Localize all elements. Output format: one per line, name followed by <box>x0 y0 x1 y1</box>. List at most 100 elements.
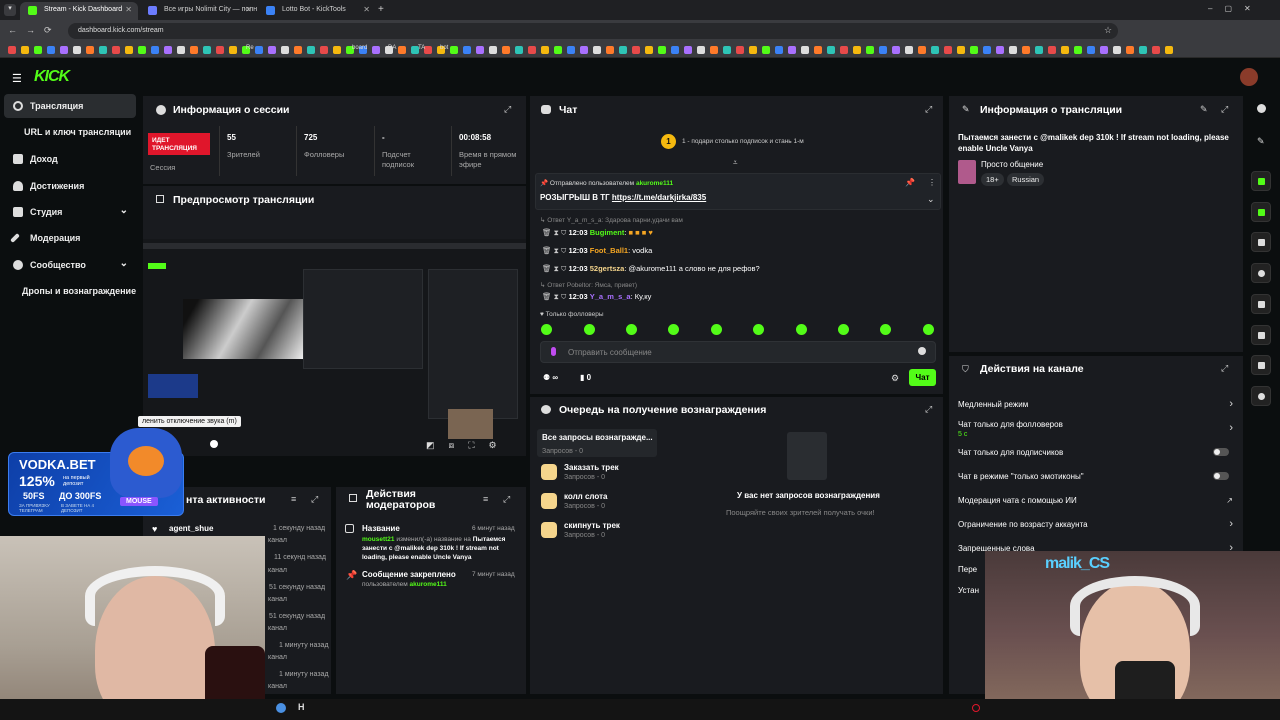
bookmark-icon[interactable] <box>970 46 978 54</box>
bookmark-label[interactable]: bot <box>440 45 448 51</box>
emote-icon[interactable] <box>880 324 891 335</box>
bookmark-icon[interactable] <box>216 46 224 54</box>
mod-tools-icon[interactable]: 🗑 ⧗ ⛉ <box>542 264 566 273</box>
bookmark-icon[interactable] <box>86 46 94 54</box>
bookmark-icon[interactable] <box>372 46 380 54</box>
bookmark-icon[interactable] <box>697 46 705 54</box>
emote-icon[interactable] <box>668 324 679 335</box>
bookmark-label[interactable]: Re <box>246 45 254 51</box>
rail-button-chat[interactable] <box>1251 263 1271 283</box>
bookmark-icon[interactable] <box>541 46 549 54</box>
bookmark-icon[interactable] <box>632 46 640 54</box>
chat-message[interactable]: 🗑 ⧗ ⛉ 12:03 Bugiment: ■ ■ ■ ♥ <box>542 228 653 238</box>
bookmark-icon[interactable] <box>1035 46 1043 54</box>
action-age-limit[interactable]: Ограничение по возрасту аккаунта › <box>958 518 1233 530</box>
rail-button-doc[interactable] <box>1251 232 1271 252</box>
bookmark-icon[interactable] <box>983 46 991 54</box>
bookmark-icon[interactable] <box>606 46 614 54</box>
mod-tools-icon[interactable]: 🗑 ⧗ ⛉ <box>542 246 566 255</box>
expand-icon[interactable]: ⤢ <box>1221 363 1228 374</box>
bookmark-icon[interactable] <box>229 46 237 54</box>
bookmark-label[interactable]: TA <box>418 45 425 51</box>
emote-only-toggle[interactable] <box>1213 472 1229 480</box>
volume-slider-knob[interactable] <box>210 440 218 448</box>
tab-search-button[interactable]: ▾ <box>4 4 16 16</box>
bookmark-icon[interactable] <box>502 46 510 54</box>
bookmark-icon[interactable] <box>801 46 809 54</box>
bookmark-icon[interactable] <box>580 46 588 54</box>
bookmark-icon[interactable] <box>710 46 718 54</box>
category-name[interactable]: Просто общение <box>981 160 1043 169</box>
sidebar-item-url-key[interactable]: URL и ключ трансляции <box>4 120 136 144</box>
emoji-icon[interactable] <box>918 347 926 355</box>
emote-icon[interactable] <box>626 324 637 335</box>
nav-buttons[interactable]: ←→⟳ <box>8 25 61 36</box>
window-controls[interactable]: –▢✕ <box>1208 4 1263 13</box>
bookmark-icon[interactable] <box>463 46 471 54</box>
bookmark-icon[interactable] <box>736 46 744 54</box>
bookmark-icon[interactable] <box>177 46 185 54</box>
mod-user[interactable]: akurome111 <box>410 581 447 588</box>
filter-icon[interactable]: ≡ <box>291 494 296 504</box>
record-icon[interactable] <box>972 704 980 712</box>
gear-icon[interactable]: ⚙ <box>891 373 899 384</box>
bookmark-icon[interactable] <box>996 46 1004 54</box>
close-icon[interactable]: ✕ <box>125 5 132 14</box>
bookmark-icon[interactable] <box>268 46 276 54</box>
bookmark-icon[interactable] <box>489 46 497 54</box>
bookmark-icon[interactable] <box>593 46 601 54</box>
bookmark-icon[interactable] <box>255 46 263 54</box>
emote-icon[interactable] <box>753 324 764 335</box>
expand-icon[interactable]: ⤢ <box>1221 104 1228 115</box>
chat-message[interactable]: 🗑 ⧗ ⛉ 12:03 Y_a_m_s_a: Ку,ку <box>542 292 651 302</box>
close-icon[interactable]: ✕ <box>363 5 370 14</box>
bookmark-icon[interactable] <box>125 46 133 54</box>
bookmark-icon[interactable] <box>788 46 796 54</box>
app-icon[interactable]: H <box>298 702 305 712</box>
activity-user[interactable]: agent_shue <box>169 524 213 533</box>
reward-item[interactable]: колл слота Запросов - 0 <box>541 492 607 510</box>
bookmark-icon[interactable] <box>1061 46 1069 54</box>
reward-item[interactable]: Заказать трек Запросов - 0 <box>541 463 619 481</box>
emote-icon[interactable] <box>711 324 722 335</box>
bookmark-icon[interactable] <box>190 46 198 54</box>
rail-button-layout[interactable] <box>1251 325 1271 345</box>
edit-icon[interactable]: ✎ <box>1200 104 1208 115</box>
expand-icon[interactable]: ⤢ <box>925 104 932 115</box>
bookmark-icon[interactable] <box>515 46 523 54</box>
bookmark-icon[interactable] <box>892 46 900 54</box>
sidebar-item-income[interactable]: Доход <box>4 147 136 171</box>
filter-icon[interactable]: ≡ <box>483 494 488 504</box>
bookmark-icon[interactable] <box>905 46 913 54</box>
bookmark-icon[interactable] <box>1048 46 1056 54</box>
emote-icon[interactable] <box>541 324 552 335</box>
rail-button-lightning[interactable] <box>1251 202 1271 222</box>
sidebar-item-stream[interactable]: Трансляция <box>4 94 136 118</box>
bookmark-icon[interactable] <box>749 46 757 54</box>
more-icon[interactable]: ⋮ <box>928 178 936 187</box>
bookmark-icon[interactable] <box>1022 46 1030 54</box>
rail-button-mods[interactable] <box>1251 386 1271 406</box>
action-slow-mode[interactable]: Медленный режим › <box>958 398 1233 410</box>
info-icon[interactable] <box>1257 104 1266 113</box>
bookmark-icon[interactable] <box>853 46 861 54</box>
bookmark-icon[interactable] <box>944 46 952 54</box>
action-subs-only[interactable]: Чат только для подписчиков <box>958 448 1233 457</box>
bookmark-icon[interactable] <box>814 46 822 54</box>
new-tab-icon[interactable]: + <box>378 4 384 15</box>
bookmark-icon[interactable] <box>1087 46 1095 54</box>
mod-tools-icon[interactable]: 🗑 ⧗ ⛉ <box>542 228 566 237</box>
bookmark-icon[interactable] <box>866 46 874 54</box>
action-emote-only[interactable]: Чат в режиме "только эмотиконы" <box>958 472 1233 481</box>
close-icon[interactable]: ✕ <box>245 5 252 14</box>
bookmark-icon[interactable] <box>281 46 289 54</box>
bookmark-icon[interactable] <box>1152 46 1160 54</box>
tab-kicktools[interactable]: Lotto Bot - KickTools ✕ <box>258 2 376 20</box>
bookmark-icon[interactable] <box>645 46 653 54</box>
emote-icon[interactable] <box>796 324 807 335</box>
bookmark-icon[interactable] <box>658 46 666 54</box>
bookmark-icon[interactable] <box>684 46 692 54</box>
action-followers-only[interactable]: Чат только для фолловеров 5 с › <box>958 420 1233 438</box>
bookmark-icon[interactable] <box>1113 46 1121 54</box>
expand-icon[interactable]: ⤢ <box>503 494 510 505</box>
